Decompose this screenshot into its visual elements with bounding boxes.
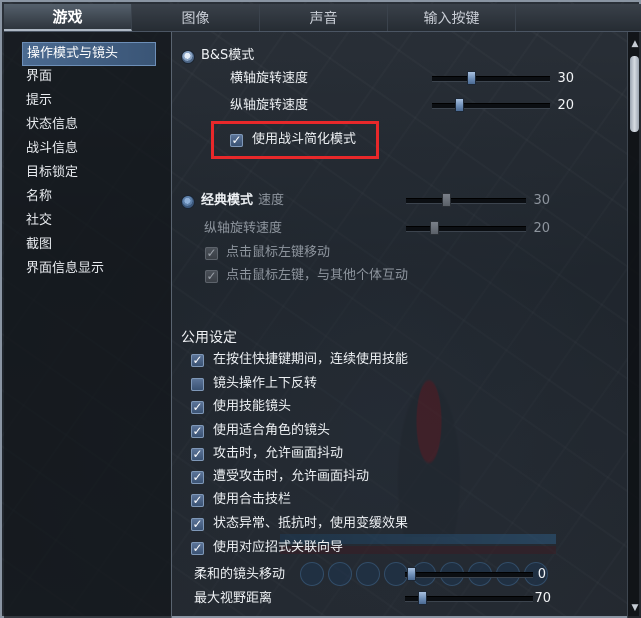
tab-game[interactable]: 游戏 bbox=[4, 4, 132, 31]
soft-camera-thumb[interactable] bbox=[407, 567, 416, 581]
sidebar-item-social[interactable]: 社交 bbox=[26, 210, 52, 232]
simplified-combat-label: 使用战斗简化模式 bbox=[252, 132, 357, 147]
classic-vertical-speed-thumb[interactable] bbox=[430, 221, 439, 235]
background-character bbox=[394, 372, 464, 537]
common-option-label: 使用合击技栏 bbox=[213, 492, 292, 507]
common-option-label: 遭受攻击时，允许画面抖动 bbox=[213, 469, 370, 484]
sidebar-item-interface[interactable]: 界面 bbox=[26, 66, 52, 88]
classic-mode-radio[interactable] bbox=[181, 195, 195, 209]
classic-horizontal-speed-track[interactable] bbox=[406, 198, 526, 204]
soft-camera-value: 0 bbox=[537, 567, 546, 582]
classic-horizontal-speed-thumb[interactable] bbox=[442, 193, 451, 207]
tab-bar: 游戏 图像 声音 输入按键 bbox=[4, 4, 641, 32]
sidebar-item-control-mode-camera[interactable]: 操作模式与镜头 bbox=[22, 42, 156, 66]
classic-click-interact-label: 点击鼠标左键，与其他个体互动 bbox=[226, 268, 409, 283]
sidebar-item-combat-info[interactable]: 战斗信息 bbox=[26, 138, 78, 160]
simplified-combat-checkbox[interactable]: ✓ bbox=[230, 134, 243, 147]
max-view-distance-thumb[interactable] bbox=[418, 591, 427, 605]
common-option-label: 在按住快捷键期间，连续使用技能 bbox=[213, 352, 409, 367]
tab-bar-filler bbox=[516, 4, 641, 31]
bs-vertical-speed-label: 纵轴旋转速度 bbox=[230, 98, 309, 113]
sidebar: 操作模式与镜头 界面 提示 状态信息 战斗信息 目标锁定 名称 社交 截图 界面… bbox=[4, 32, 172, 618]
classic-vertical-speed-label: 纵轴旋转速度 bbox=[204, 221, 283, 236]
scroll-down-arrow-icon[interactable]: ▼ bbox=[629, 602, 641, 614]
soft-camera-track[interactable] bbox=[405, 572, 533, 578]
common-option-label: 镜头操作上下反转 bbox=[213, 376, 318, 391]
common-option-checkbox[interactable] bbox=[191, 378, 204, 391]
common-option-checkbox[interactable]: ✓ bbox=[191, 354, 204, 367]
common-option-checkbox[interactable]: ✓ bbox=[191, 448, 204, 461]
settings-window: 游戏 图像 声音 输入按键 操作模式与镜头 界面 提示 状态信息 战斗信息 目标… bbox=[0, 0, 641, 618]
classic-click-move-checkbox[interactable]: ✓ bbox=[205, 247, 218, 260]
classic-horizontal-speed-label: 速度 bbox=[258, 193, 285, 208]
scroll-up-arrow-icon[interactable]: ▲ bbox=[629, 38, 641, 50]
common-option-checkbox[interactable]: ✓ bbox=[191, 471, 204, 484]
common-option-checkbox[interactable]: ✓ bbox=[191, 494, 204, 507]
tab-graphics[interactable]: 图像 bbox=[132, 4, 260, 31]
sidebar-item-ui-info-display[interactable]: 界面信息显示 bbox=[26, 258, 104, 280]
common-settings-title: 公用设定 bbox=[181, 330, 237, 346]
classic-click-move-label: 点击鼠标左键移动 bbox=[226, 245, 331, 260]
scrollbar[interactable]: ▲ ▼ bbox=[627, 32, 641, 618]
bs-mode-label: B&S模式 bbox=[201, 48, 255, 63]
common-option-label: 使用技能镜头 bbox=[213, 399, 292, 414]
bs-horizontal-speed-thumb[interactable] bbox=[467, 71, 476, 85]
classic-click-interact-checkbox[interactable]: ✓ bbox=[205, 270, 218, 283]
tab-input-keys[interactable]: 输入按键 bbox=[388, 4, 516, 31]
common-option-checkbox[interactable]: ✓ bbox=[191, 542, 204, 555]
classic-vertical-speed-track[interactable] bbox=[406, 226, 526, 232]
sidebar-item-tips[interactable]: 提示 bbox=[26, 90, 52, 112]
scrollbar-thumb[interactable] bbox=[630, 56, 639, 132]
max-view-distance-value: 70 bbox=[534, 591, 551, 606]
bs-horizontal-speed-value: 30 bbox=[557, 71, 574, 86]
soft-camera-label: 柔和的镜头移动 bbox=[194, 567, 286, 582]
sidebar-item-names[interactable]: 名称 bbox=[26, 186, 52, 208]
hud-skill-slot bbox=[300, 562, 324, 586]
sidebar-item-status-info[interactable]: 状态信息 bbox=[26, 114, 78, 136]
sidebar-item-target-lock[interactable]: 目标锁定 bbox=[26, 162, 78, 184]
classic-mode-label: 经典模式 bbox=[201, 193, 254, 208]
common-option-checkbox[interactable]: ✓ bbox=[191, 425, 204, 438]
common-option-label: 攻击时，允许画面抖动 bbox=[213, 446, 344, 461]
common-option-label: 状态异常、抵抗时，使用变缓效果 bbox=[213, 516, 409, 531]
bs-horizontal-speed-label: 横轴旋转速度 bbox=[230, 71, 309, 86]
common-option-label: 使用对应招式关联向导 bbox=[213, 540, 344, 555]
common-option-label: 使用适合角色的镜头 bbox=[213, 423, 331, 438]
bs-vertical-speed-thumb[interactable] bbox=[455, 98, 464, 112]
classic-vertical-speed-value: 20 bbox=[533, 221, 550, 236]
max-view-distance-label: 最大视野距离 bbox=[194, 591, 273, 606]
bs-vertical-speed-value: 20 bbox=[557, 98, 574, 113]
common-option-checkbox[interactable]: ✓ bbox=[191, 401, 204, 414]
sidebar-item-screenshot[interactable]: 截图 bbox=[26, 234, 52, 256]
tab-sound[interactable]: 声音 bbox=[260, 4, 388, 31]
bs-vertical-speed-track[interactable] bbox=[432, 103, 550, 109]
bs-mode-radio[interactable] bbox=[181, 50, 195, 64]
classic-horizontal-speed-value: 30 bbox=[533, 193, 550, 208]
hud-skill-slot bbox=[328, 562, 352, 586]
bs-horizontal-speed-track[interactable] bbox=[432, 76, 550, 82]
common-option-checkbox[interactable]: ✓ bbox=[191, 518, 204, 531]
hud-skill-slot bbox=[356, 562, 380, 586]
